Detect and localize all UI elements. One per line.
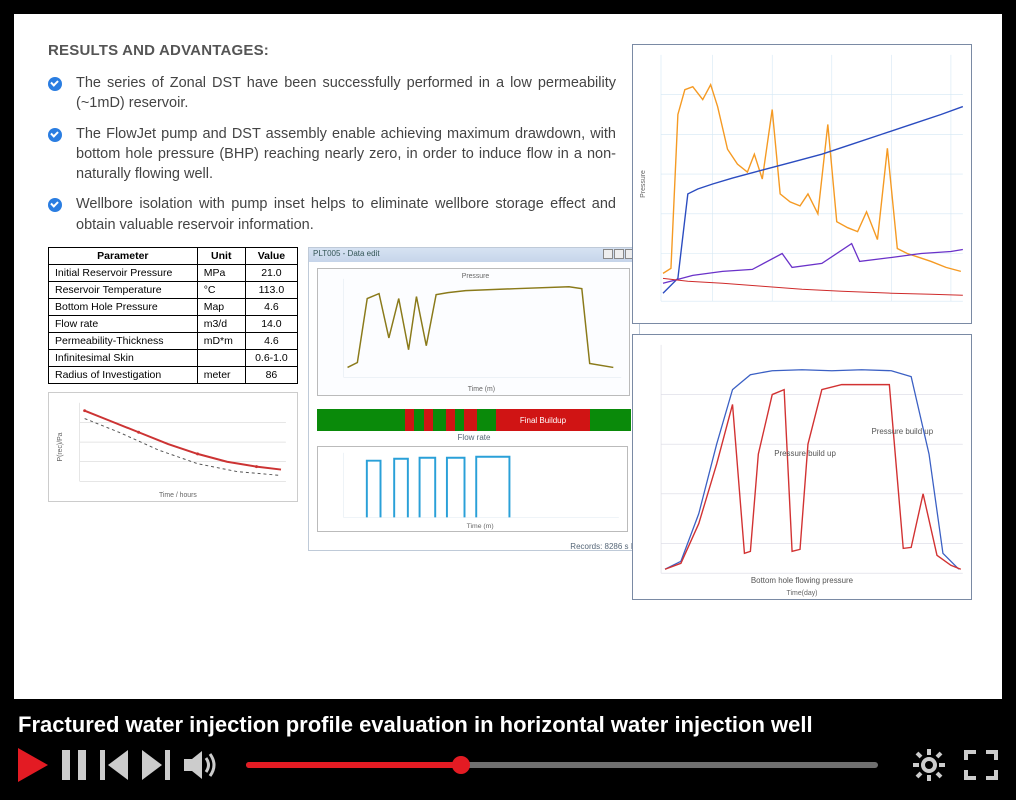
- next-button[interactable]: [142, 750, 170, 780]
- progress-bar[interactable]: [246, 762, 878, 768]
- settings-button[interactable]: [912, 748, 946, 782]
- volume-button[interactable]: [184, 750, 220, 780]
- table-cell: mD*m: [197, 333, 245, 350]
- table-row: Bottom Hole PressureMap4.6: [49, 299, 298, 316]
- play-button[interactable]: [18, 748, 48, 782]
- slide: RESULTS AND ADVANTAGES: The series of Zo…: [14, 14, 1002, 699]
- window-title: PLT005 - Data edit: [313, 249, 380, 261]
- bullet-text: The FlowJet pump and DST assembly enable…: [76, 124, 616, 185]
- table-cell: 4.6: [245, 333, 297, 350]
- table-cell: Initial Reservoir Pressure: [49, 265, 198, 282]
- table-header: Value: [245, 248, 297, 265]
- video-player: RESULTS AND ADVANTAGES: The series of Zo…: [0, 0, 1016, 800]
- table-row: Initial Reservoir PressureMPa21.0: [49, 265, 298, 282]
- player-controls: [14, 744, 1002, 786]
- table-cell: 21.0: [245, 265, 297, 282]
- parameter-table: Parameter Unit Value Initial Reservoir P…: [48, 247, 298, 384]
- table-cell: 0.6-1.0: [245, 350, 297, 367]
- bullet-list: The series of Zonal DST have been succes…: [48, 73, 616, 235]
- bullet-item: The series of Zonal DST have been succes…: [48, 73, 616, 114]
- svg-text:Time (m): Time (m): [468, 386, 495, 393]
- table-cell: Radius of Investigation: [49, 367, 198, 384]
- check-icon: [48, 128, 62, 142]
- decline-chart: Time / hours P(rec)/Pa: [48, 392, 298, 502]
- buildup-chart: Pressure build up Pressure build up Bott…: [632, 334, 972, 600]
- table-row: Radius of Investigationmeter86: [49, 367, 298, 384]
- bullet-item: Wellbore isolation with pump inset helps…: [48, 194, 616, 235]
- axis-y-label: P(rec)/Pa: [57, 432, 64, 461]
- flowrate-caption: Flow rate: [309, 433, 639, 442]
- svg-text:Time (m): Time (m): [467, 523, 494, 530]
- table-cell: °C: [197, 282, 245, 299]
- table-cell: Flow rate: [49, 316, 198, 333]
- table-row: Flow ratem3/d14.0: [49, 316, 298, 333]
- fullscreen-button[interactable]: [964, 748, 998, 782]
- svg-text:Pressure build up: Pressure build up: [774, 449, 836, 458]
- window-footer: Records: 8286 s I: [309, 541, 639, 552]
- pause-button[interactable]: [62, 750, 86, 780]
- table-cell: Bottom Hole Pressure: [49, 299, 198, 316]
- svg-text:Pressure: Pressure: [462, 273, 490, 280]
- previous-button[interactable]: [100, 750, 128, 780]
- flow-period-strip: Final Buildup: [317, 409, 631, 431]
- check-icon: [48, 77, 62, 91]
- flowrate-chart: Time (m): [317, 446, 628, 532]
- progress-fill: [246, 762, 461, 768]
- left-stack: Parameter Unit Value Initial Reservoir P…: [48, 247, 298, 551]
- table-cell: Reservoir Temperature: [49, 282, 198, 299]
- table-cell: 113.0: [245, 282, 297, 299]
- right-chart-column: Pressure Pressure build up Pressure buil…: [632, 44, 972, 600]
- table-row: Reservoir Temperature°C113.0: [49, 282, 298, 299]
- table-header: Parameter: [49, 248, 198, 265]
- video-title: Fractured water injection profile evalua…: [14, 699, 1002, 745]
- table-cell: [197, 350, 245, 367]
- table-row: Permeability-ThicknessmD*m4.6: [49, 333, 298, 350]
- progress-knob[interactable]: [452, 756, 470, 774]
- table-cell: MPa: [197, 265, 245, 282]
- table-cell: meter: [197, 367, 245, 384]
- table-cell: m3/d: [197, 316, 245, 333]
- svg-text:Time(day): Time(day): [787, 590, 818, 597]
- axis-x-label: Time / hours: [159, 492, 197, 499]
- bullet-item: The FlowJet pump and DST assembly enable…: [48, 124, 616, 185]
- table-header: Unit: [197, 248, 245, 265]
- check-icon: [48, 198, 62, 212]
- table-row: Infinitesimal Skin 0.6-1.0: [49, 350, 298, 367]
- table-cell: Infinitesimal Skin: [49, 350, 198, 367]
- table-cell: 14.0: [245, 316, 297, 333]
- bullet-text: The series of Zonal DST have been succes…: [76, 73, 616, 114]
- bullet-text: Wellbore isolation with pump inset helps…: [76, 194, 616, 235]
- table-cell: 4.6: [245, 299, 297, 316]
- pressure-time-chart: Pressure Time (m): [317, 268, 630, 396]
- svg-text:Pressure: Pressure: [640, 170, 647, 198]
- table-cell: 86: [245, 367, 297, 384]
- analysis-software-window: PLT005 - Data edit Pressure Time (m): [308, 247, 640, 551]
- window-titlebar: PLT005 - Data edit: [309, 248, 639, 262]
- svg-text:Pressure build up: Pressure build up: [871, 427, 933, 436]
- window-buttons: [603, 249, 635, 261]
- multicurve-chart: Pressure: [632, 44, 972, 324]
- table-cell: Map: [197, 299, 245, 316]
- svg-text:Bottom hole flowing pressure: Bottom hole flowing pressure: [751, 576, 854, 585]
- table-cell: Permeability-Thickness: [49, 333, 198, 350]
